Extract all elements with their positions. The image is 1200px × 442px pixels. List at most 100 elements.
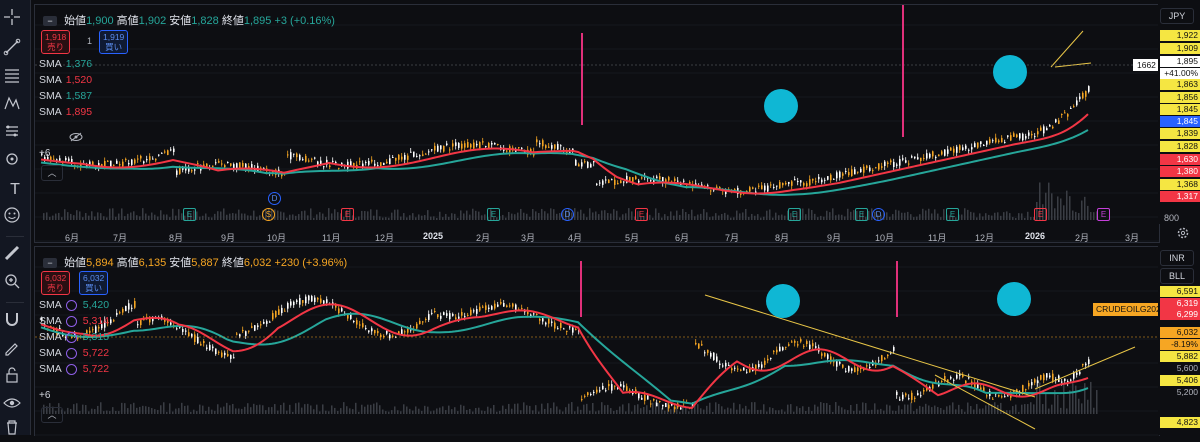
indicators-toggle-icon[interactable] bbox=[39, 132, 83, 148]
volume-bar bbox=[181, 402, 183, 414]
event-marker[interactable]: D bbox=[268, 192, 281, 205]
mode-selector[interactable]: BLL bbox=[1160, 268, 1194, 284]
more-indicators[interactable]: +6 bbox=[39, 148, 50, 159]
chart-pane-bottom[interactable]: − 始値5,894 高値6,135 安値5,887 終値6,032 +230 (… bbox=[34, 246, 1169, 436]
volume-bar bbox=[553, 209, 555, 220]
event-marker[interactable]: E bbox=[855, 208, 868, 221]
zoom-icon[interactable] bbox=[3, 272, 27, 296]
collapse-icon[interactable]: − bbox=[43, 258, 57, 269]
buy-button[interactable]: 6,032 買い bbox=[79, 271, 109, 295]
volume-bar bbox=[706, 405, 708, 414]
price-level-badge: 1,922 bbox=[1160, 30, 1200, 41]
volume-bar bbox=[340, 408, 342, 414]
time-axis-label: 3月 bbox=[1125, 233, 1140, 243]
volume-bar bbox=[985, 213, 987, 220]
text-icon[interactable]: T bbox=[3, 178, 27, 202]
candle-body bbox=[668, 177, 670, 181]
sell-button[interactable]: 1,918 売り bbox=[41, 30, 71, 54]
lock-drawing-icon[interactable] bbox=[3, 338, 27, 362]
buy-button[interactable]: 1,919 買い bbox=[99, 30, 129, 54]
sma-legend-row[interactable]: SMA 1,376 bbox=[39, 58, 92, 70]
currency-selector[interactable]: INR bbox=[1160, 250, 1194, 266]
magnet-icon[interactable] bbox=[3, 310, 27, 334]
forecast-icon[interactable] bbox=[3, 122, 27, 146]
candle-body bbox=[758, 185, 760, 187]
indicator-settings-icon[interactable] bbox=[65, 299, 77, 311]
candle-body bbox=[1034, 379, 1036, 383]
volume-bar bbox=[538, 213, 540, 220]
eye-icon[interactable] bbox=[3, 394, 27, 418]
candle-body bbox=[761, 364, 763, 368]
volume-bar bbox=[880, 408, 882, 414]
lock-icon[interactable] bbox=[3, 366, 27, 390]
emoji-icon[interactable] bbox=[3, 206, 27, 230]
sma-legend-row[interactable]: SMA 5,722 bbox=[39, 363, 109, 375]
volume-bar bbox=[718, 215, 720, 220]
volume-bar bbox=[217, 211, 219, 220]
sma-legend-row[interactable]: SMA 5,314 bbox=[39, 315, 109, 327]
candle-body bbox=[890, 160, 892, 163]
event-marker[interactable]: E bbox=[635, 208, 648, 221]
event-marker[interactable]: E bbox=[341, 208, 354, 221]
event-marker[interactable]: E bbox=[487, 208, 500, 221]
settings-gear-icon[interactable] bbox=[1176, 226, 1190, 240]
price-axis-top[interactable]: JPY 1,922 1,909 1,895 +41.00% 1,863 1,856 1,84… bbox=[1158, 4, 1200, 224]
time-axis-label: 12月 bbox=[975, 233, 995, 243]
ruler-icon[interactable] bbox=[3, 244, 27, 268]
volume-bar bbox=[910, 402, 912, 414]
event-marker[interactable]: D bbox=[872, 208, 885, 221]
event-marker[interactable]: S bbox=[262, 208, 275, 221]
indicator-settings-icon[interactable] bbox=[65, 331, 77, 343]
brush-icon[interactable] bbox=[3, 150, 27, 174]
volume-bar bbox=[202, 405, 204, 414]
collapse-icon[interactable]: − bbox=[43, 16, 57, 27]
candle-body bbox=[824, 352, 826, 357]
volume-bar bbox=[736, 409, 738, 414]
volume-bar bbox=[208, 217, 210, 220]
volume-bar bbox=[589, 208, 591, 220]
event-marker[interactable]: E bbox=[788, 208, 801, 221]
volume-bar bbox=[610, 408, 612, 414]
chart-pane-top[interactable]: − 始値1,900 高値1,902 安値1,828 終値1,895 +3 (+0… bbox=[34, 4, 1160, 243]
candle-body bbox=[1055, 119, 1057, 123]
currency-selector[interactable]: JPY bbox=[1160, 8, 1194, 24]
volume-bar bbox=[853, 410, 855, 414]
sma-legend-row[interactable]: SMA 5,722 bbox=[39, 347, 109, 359]
sma-legend-row[interactable]: SMA 5,315 bbox=[39, 331, 109, 343]
candle-body bbox=[500, 302, 502, 304]
collapse-indicators-button[interactable]: ︿ bbox=[41, 407, 63, 423]
event-marker[interactable]: E bbox=[1034, 208, 1047, 221]
indicator-settings-icon[interactable] bbox=[65, 347, 77, 359]
candle-body bbox=[581, 162, 583, 167]
volume-bar bbox=[595, 411, 597, 414]
volume-bar bbox=[817, 217, 819, 220]
volume-bar bbox=[280, 211, 282, 220]
price-axis-bottom[interactable]: INR BLL 6,591 6,319 6,299 6,032 -8.19% 5,882 5… bbox=[1158, 246, 1200, 435]
crosshair-icon[interactable] bbox=[3, 8, 27, 32]
indicator-settings-icon[interactable] bbox=[65, 315, 77, 327]
volume-bar bbox=[439, 407, 441, 414]
volume-bar bbox=[343, 402, 345, 414]
event-marker[interactable]: E bbox=[1097, 208, 1110, 221]
volume-bar bbox=[613, 209, 615, 220]
sma-legend-row[interactable]: SMA 1,895 bbox=[39, 106, 92, 118]
event-marker[interactable]: D bbox=[561, 208, 574, 221]
event-marker[interactable]: E bbox=[183, 208, 196, 221]
trendline-icon[interactable] bbox=[3, 38, 27, 62]
volume-bar bbox=[811, 411, 813, 414]
volume-bar bbox=[814, 213, 816, 220]
indicator-settings-icon[interactable] bbox=[65, 363, 77, 375]
sma-legend-row[interactable]: SMA 1,520 bbox=[39, 74, 92, 86]
fib-icon[interactable] bbox=[3, 66, 27, 90]
volume-bar bbox=[145, 213, 147, 220]
more-indicators[interactable]: +6 bbox=[39, 390, 50, 401]
event-marker[interactable]: E bbox=[946, 208, 959, 221]
sma-legend-row[interactable]: SMA 1,587 bbox=[39, 90, 92, 102]
volume-bar bbox=[1015, 217, 1017, 220]
trash-icon[interactable] bbox=[3, 418, 27, 442]
volume-bar bbox=[565, 407, 567, 414]
pattern-icon[interactable] bbox=[3, 94, 27, 118]
sell-button[interactable]: 6,032 売り bbox=[41, 271, 71, 295]
collapse-indicators-button[interactable]: ︿ bbox=[41, 165, 63, 181]
sma-legend-row[interactable]: SMA 5,420 bbox=[39, 299, 109, 311]
